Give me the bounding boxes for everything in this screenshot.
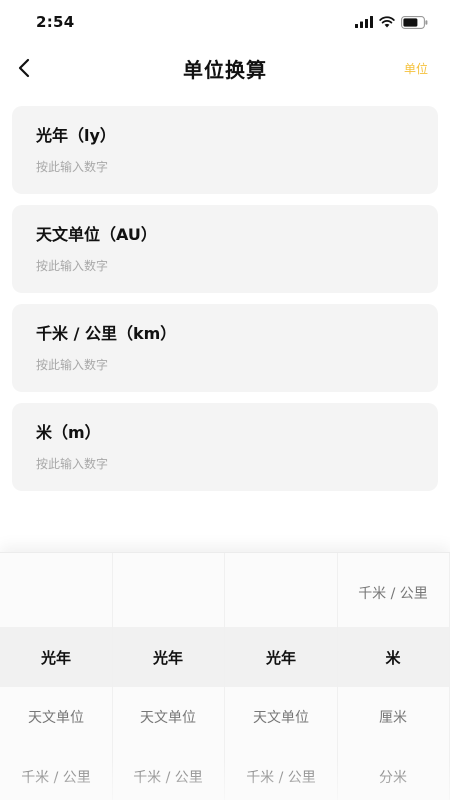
unit-card-kilometer: 千米 / 公里（km） xyxy=(12,304,438,392)
astronomical-unit-input[interactable] xyxy=(36,259,414,273)
picker-item[interactable]: 天文单位 xyxy=(225,687,337,747)
picker-item[interactable]: 千米 / 公里 xyxy=(112,747,224,800)
unit-card-label: 光年（ly） xyxy=(36,126,116,145)
picker-item[interactable] xyxy=(225,567,337,627)
kilometer-input[interactable] xyxy=(36,358,414,372)
light-year-input[interactable] xyxy=(36,160,414,174)
unit-card-label: 米（m） xyxy=(36,423,101,442)
picker-item[interactable]: 天文单位 xyxy=(0,687,112,747)
picker-column-1[interactable]: 光年 天文单位 千米 / 公里 xyxy=(0,553,113,800)
picker-column-3[interactable]: 光年 天文单位 千米 / 公里 xyxy=(225,553,338,800)
unit-input-list: 光年（ly） 天文单位（AU） 千米 / 公里（km） 米（m） xyxy=(12,106,438,502)
navigation-bar: 单位换算 单位 xyxy=(0,44,450,92)
unit-card-label: 天文单位（AU） xyxy=(36,225,157,244)
unit-action-link[interactable]: 单位 xyxy=(404,60,428,77)
picker-item[interactable] xyxy=(0,567,112,627)
unit-card-light-year: 光年（ly） xyxy=(12,106,438,194)
picker-item[interactable]: 分米 xyxy=(337,747,449,800)
picker-column-2[interactable]: 光年 天文单位 千米 / 公里 xyxy=(112,553,225,800)
picker-item[interactable] xyxy=(112,567,224,627)
picker-item[interactable]: 天文单位 xyxy=(112,687,224,747)
wifi-icon xyxy=(379,16,395,28)
picker-item-selected[interactable]: 光年 xyxy=(0,627,112,687)
unit-card-meter: 米（m） xyxy=(12,403,438,491)
picker-item[interactable]: 千米 / 公里 xyxy=(0,747,112,800)
status-bar: 2:54 xyxy=(0,0,450,44)
picker-column-4[interactable]: 千米 / 公里 米 厘米 分米 xyxy=(337,553,450,800)
picker-item[interactable]: 千米 / 公里 xyxy=(225,747,337,800)
picker-item[interactable]: 厘米 xyxy=(337,687,449,747)
picker-item-selected[interactable]: 米 xyxy=(337,627,449,687)
battery-icon xyxy=(401,15,428,29)
cellular-signal-icon xyxy=(355,16,373,28)
page-title: 单位换算 xyxy=(183,58,267,82)
meter-input[interactable] xyxy=(36,457,414,471)
unit-card-astronomical-unit: 天文单位（AU） xyxy=(12,205,438,293)
picker-item-selected[interactable]: 光年 xyxy=(112,627,224,687)
unit-card-label: 千米 / 公里（km） xyxy=(36,324,177,343)
status-icons xyxy=(355,15,428,29)
unit-picker: 光年 天文单位 千米 / 公里 光年 天文单位 千米 / 公里 光年 天文单位 … xyxy=(0,552,450,800)
picker-item[interactable]: 千米 / 公里 xyxy=(337,563,449,623)
picker-item-selected[interactable]: 光年 xyxy=(225,627,337,687)
status-time: 2:54 xyxy=(36,13,75,31)
